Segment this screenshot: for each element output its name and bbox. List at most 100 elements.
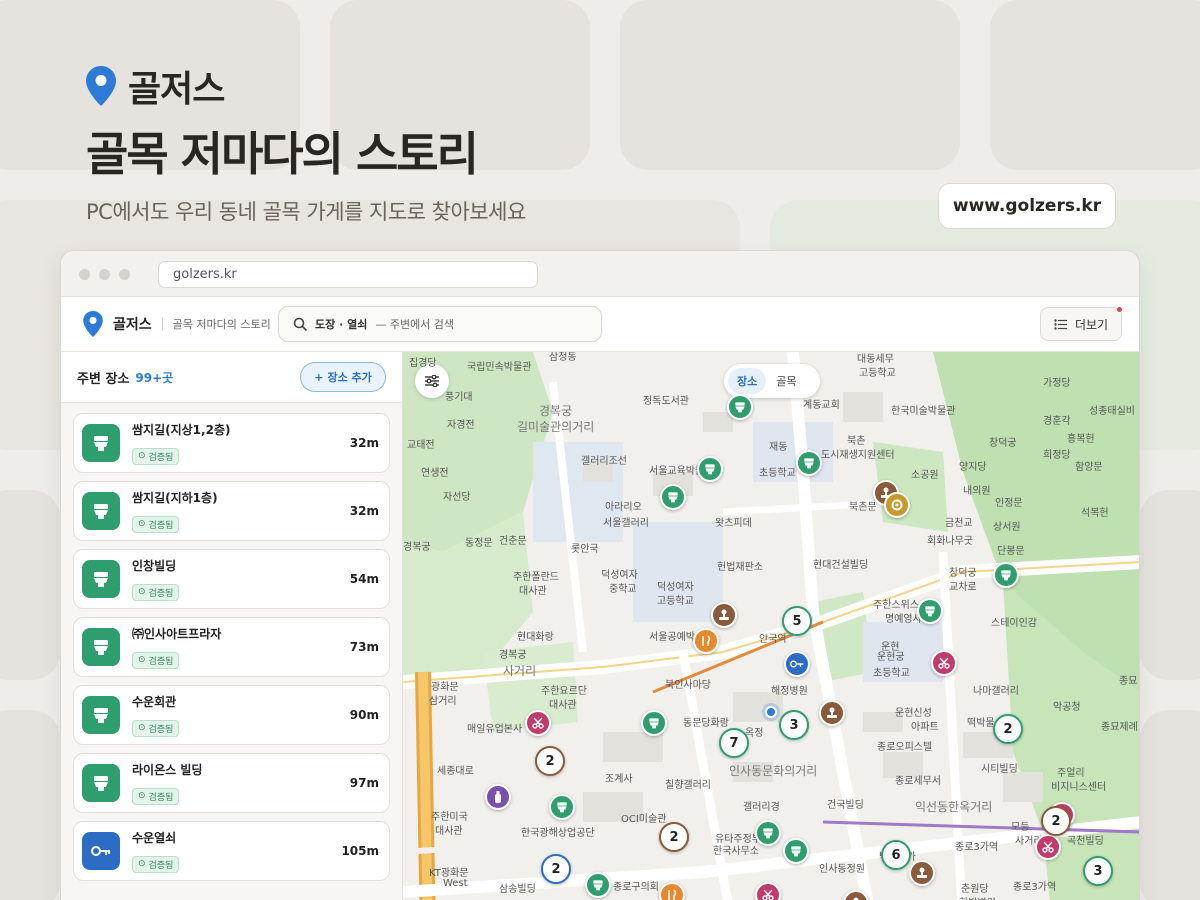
marker-cluster[interactable]: 2 — [659, 822, 689, 852]
toilet-icon — [1000, 569, 1012, 581]
more-label: 더보기 — [1074, 317, 1109, 332]
map-label: 스테이인감 — [991, 618, 1037, 629]
marker-cluster[interactable]: 2 — [541, 854, 571, 884]
place-marker[interactable] — [909, 860, 935, 886]
place-marker[interactable] — [783, 838, 809, 864]
map-label: 곡천빌딩 — [1067, 836, 1104, 847]
map-label: 교차로 — [949, 582, 977, 593]
place-marker[interactable] — [711, 602, 737, 628]
toilet-icon — [82, 492, 120, 530]
toggle-alleys[interactable]: 골목 — [770, 368, 802, 394]
place-name: 인창빌딩 — [132, 559, 177, 574]
key-icon — [790, 659, 804, 669]
place-distance: 32m — [349, 436, 379, 450]
map-label: 회화나무굿 — [927, 536, 973, 547]
hero-brand: 골저스 — [86, 60, 225, 112]
map-label: 한국미술박물관 — [891, 406, 956, 417]
place-card[interactable]: 수운열쇠 ⊙ 검증됨 105m — [73, 821, 390, 881]
map-label: 경복궁 — [403, 542, 431, 553]
map-label: 덕성여자 — [657, 582, 694, 593]
map-label: 초등학교 — [759, 468, 796, 479]
place-name: ㈜인사아트프라자 — [132, 627, 222, 642]
app-logo[interactable]: 골저스 골목 저마다의 스토리 — [83, 311, 271, 337]
scissors-icon — [938, 657, 950, 669]
map-label: West — [443, 878, 468, 889]
toilet-icon — [790, 845, 802, 857]
place-card[interactable]: 인창빌딩 ⊙ 검증됨 54m — [73, 549, 390, 609]
map-view[interactable]: 장소 골목 집경당 국립민속박물관 삼청동 풍기대 정독도서관 경복궁 길미술관의거리 자경전… — [403, 352, 1139, 900]
marker-cluster[interactable]: 7 — [719, 728, 749, 758]
marker-cluster[interactable]: 2 — [993, 714, 1023, 744]
map-label: 세종대로 — [437, 766, 474, 777]
place-marker[interactable] — [993, 562, 1019, 588]
search-input[interactable]: 도장 · 열쇠 — 주변에서 검색 — [278, 306, 602, 342]
location-pin-icon — [83, 311, 103, 337]
place-name: 수운회관 — [132, 695, 177, 710]
map-label: 북인사마당 — [665, 680, 711, 691]
place-marker[interactable] — [819, 700, 845, 726]
marker-cluster[interactable]: 3 — [1083, 856, 1113, 886]
place-card[interactable]: ㈜인사아트프라자 ⊙ 검증됨 73m — [73, 617, 390, 677]
scissors-icon — [532, 717, 544, 729]
place-name: 쌈지길(지하1층) — [132, 491, 218, 506]
place-marker[interactable] — [660, 484, 686, 510]
map-filter-button[interactable] — [415, 364, 449, 398]
place-marker[interactable] — [796, 450, 822, 476]
place-marker[interactable] — [784, 651, 810, 677]
site-url-pill[interactable]: www.golzers.kr — [938, 183, 1116, 229]
place-card[interactable]: 수운회관 ⊙ 검증됨 90m — [73, 685, 390, 745]
toggle-places[interactable]: 장소 — [728, 368, 767, 394]
add-place-button[interactable]: + 장소 추가 — [300, 362, 386, 392]
stamp-icon — [718, 609, 730, 621]
place-marker[interactable] — [931, 650, 957, 676]
map-label: 덕성여자 — [601, 570, 638, 581]
place-marker[interactable] — [884, 492, 910, 518]
place-card[interactable]: 쌈지길(지하1층) ⊙ 검증됨 32m — [73, 481, 390, 541]
place-name: 라이온스 빌딩 — [132, 763, 203, 778]
marker-cluster[interactable]: 3 — [779, 710, 809, 740]
map-label: 현대화랑 — [517, 632, 554, 643]
map-label: 나마갤러리 — [973, 686, 1019, 697]
marker-cluster[interactable]: 2 — [1041, 806, 1071, 836]
more-button[interactable]: 더보기 — [1040, 307, 1122, 341]
marker-cluster[interactable]: 5 — [782, 606, 812, 636]
marker-cluster[interactable]: 6 — [881, 840, 911, 870]
place-name: 쌈지길(지상1,2층) — [132, 423, 231, 438]
place-marker[interactable] — [917, 598, 943, 624]
marker-cluster[interactable]: 2 — [535, 746, 565, 776]
map-label: 광화문 — [431, 682, 459, 693]
place-marker[interactable] — [697, 456, 723, 482]
place-card[interactable]: 쌈지길(지상1,2층) ⊙ 검증됨 32m — [73, 413, 390, 473]
verified-badge: ⊙ 검증됨 — [132, 447, 180, 465]
map-label: 종로세무서 — [895, 776, 941, 787]
place-card[interactable]: 라이온스 빌딩 ⊙ 검증됨 97m — [73, 753, 390, 813]
verified-badge: ⊙ 검증됨 — [132, 651, 180, 669]
browser-chrome: golzers.kr — [61, 251, 1139, 297]
toilet-icon — [803, 457, 815, 469]
place-marker[interactable] — [755, 820, 781, 846]
place-marker[interactable] — [549, 794, 575, 820]
map-label: 현대건설빌딩 — [813, 560, 869, 571]
key-icon — [82, 832, 120, 870]
place-marker[interactable] — [641, 710, 667, 736]
place-marker[interactable] — [693, 628, 719, 654]
map-label: 자선당 — [443, 492, 471, 503]
map-label: 삼송빌딩 — [499, 884, 536, 895]
check-circle-icon: ⊙ — [138, 791, 146, 802]
map-label: 정독도서관 — [643, 396, 689, 407]
place-meta: 인창빌딩 ⊙ 검증됨 — [132, 557, 180, 601]
map-label: 헌법재판소 — [717, 562, 763, 573]
map-label: 초등학교 — [873, 668, 910, 679]
place-marker[interactable] — [1035, 834, 1061, 860]
map-label: 희정당 — [1043, 450, 1071, 461]
address-bar[interactable]: golzers.kr — [158, 261, 538, 288]
place-marker[interactable] — [727, 394, 753, 420]
place-marker[interactable] — [585, 872, 611, 898]
map-label: 도시재생지원센터 — [821, 450, 895, 461]
place-count: 99+곳 — [135, 370, 174, 385]
background-tile — [0, 490, 60, 680]
check-circle-icon: ⊙ — [138, 587, 146, 598]
map-label: 길미술관의거리 — [517, 420, 595, 434]
place-marker[interactable] — [485, 784, 511, 810]
place-marker[interactable] — [525, 710, 551, 736]
